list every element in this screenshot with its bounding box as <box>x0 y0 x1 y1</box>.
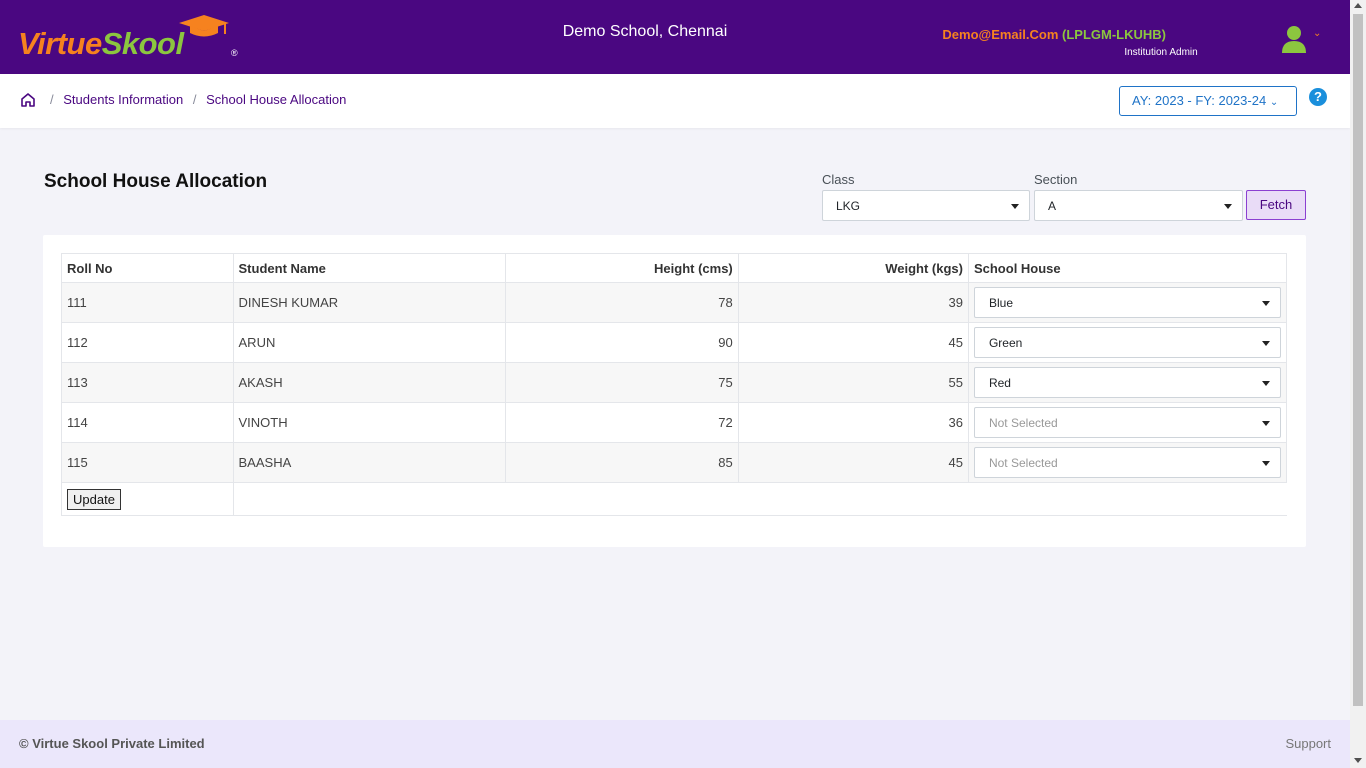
table-row: 114 VINOTH 72 36 Not Selected <box>61 402 1288 443</box>
dropdown-caret-icon <box>1261 301 1270 306</box>
breadcrumb-students-information[interactable]: Students Information <box>63 92 183 107</box>
height-cell: 85 <box>504 442 739 483</box>
weight-cell: 45 <box>737 322 969 363</box>
fetch-button[interactable]: Fetch <box>1246 190 1306 220</box>
section-select[interactable]: A <box>1034 190 1243 221</box>
weight-cell: 45 <box>737 442 969 483</box>
column-student-name: Student Name <box>232 253 506 283</box>
student-name-cell: AKASH <box>232 362 506 403</box>
update-button[interactable]: Update <box>67 488 121 510</box>
user-icon[interactable] <box>1280 24 1308 54</box>
academic-year-select[interactable]: AY: 2023 - FY: 2023-24 ⌄ <box>1119 86 1297 116</box>
section-label: Section <box>1034 172 1078 187</box>
school-house-select[interactable]: Not Selected <box>973 407 1281 438</box>
column-school-house: School House <box>967 253 1288 283</box>
scrollbar-thumb[interactable] <box>1353 14 1363 706</box>
help-icon[interactable]: ? <box>1309 88 1327 106</box>
table-row: 113 AKASH 75 55 Red <box>61 362 1288 403</box>
chevron-down-icon: ⌄ <box>1269 97 1279 108</box>
logo-wordmark: VirtueSkool <box>18 26 184 61</box>
height-cell: 75 <box>504 362 739 403</box>
scroll-up-arrow-icon[interactable] <box>1354 3 1362 8</box>
dropdown-caret-icon <box>1261 381 1270 386</box>
chevron-down-icon[interactable]: ⌄ <box>1313 28 1321 39</box>
weight-cell: 55 <box>737 362 969 403</box>
height-cell: 72 <box>504 402 739 443</box>
house-allocation-table: Roll No Student Name Height (cms) Weight… <box>61 253 1288 516</box>
table-row: 111 DINESH KUMAR 78 39 Blue <box>61 282 1288 323</box>
roll-no-cell: 111 <box>61 282 234 323</box>
class-label: Class <box>822 172 855 187</box>
table-row: 112 ARUN 90 45 Green <box>61 322 1288 363</box>
home-icon[interactable] <box>20 92 36 108</box>
allocation-card: Roll No Student Name Height (cms) Weight… <box>43 235 1306 547</box>
user-role: Institution Admin <box>1124 47 1198 58</box>
student-name-cell: VINOTH <box>232 402 506 443</box>
graduation-cap-icon <box>179 15 229 37</box>
breadcrumb-school-house-allocation: School House Allocation <box>206 92 347 107</box>
school-house-select[interactable]: Green <box>973 327 1281 358</box>
vertical-scrollbar[interactable] <box>1350 0 1366 768</box>
scroll-down-arrow-icon[interactable] <box>1354 758 1362 763</box>
table-header-row: Roll No Student Name Height (cms) Weight… <box>61 253 1288 283</box>
update-row: Update <box>61 482 1287 516</box>
school-house-select[interactable]: Not Selected <box>973 447 1281 478</box>
student-name-cell: BAASHA <box>232 442 506 483</box>
dropdown-caret-icon <box>1011 204 1019 209</box>
weight-cell: 36 <box>737 402 969 443</box>
user-account-label[interactable]: Demo@Email.Com (LPLGM-LKUHB) <box>942 27 1166 42</box>
school-house-select[interactable]: Red <box>973 367 1281 398</box>
roll-no-cell: 113 <box>61 362 234 403</box>
class-select[interactable]: LKG <box>822 190 1030 221</box>
breadcrumb: / Students Information / School House Al… <box>50 92 347 107</box>
column-roll-no: Roll No <box>61 253 234 283</box>
roll-no-cell: 112 <box>61 322 234 363</box>
column-weight: Weight (kgs) <box>737 253 969 283</box>
student-name-cell: DINESH KUMAR <box>232 282 506 323</box>
dropdown-caret-icon <box>1261 421 1270 426</box>
height-cell: 78 <box>504 282 739 323</box>
page-title: School House Allocation <box>44 171 268 192</box>
user-email: Demo@Email.Com <box>942 27 1059 42</box>
school-house-select[interactable]: Blue <box>973 287 1281 318</box>
school-name: Demo School, Chennai <box>562 23 728 40</box>
roll-no-cell: 114 <box>61 402 234 443</box>
weight-cell: 39 <box>737 282 969 323</box>
user-code: (LPLGM-LKUHB) <box>1062 27 1166 42</box>
dropdown-caret-icon <box>1261 461 1270 466</box>
table-row: 115 BAASHA 85 45 Not Selected <box>61 442 1288 483</box>
virtueskool-logo[interactable]: VirtueSkool ® <box>18 14 243 62</box>
footer-copyright: © Virtue Skool Private Limited <box>19 736 205 751</box>
footer-support-link[interactable]: Support <box>1285 736 1331 751</box>
top-header: VirtueSkool ® Demo School, Chennai Demo@… <box>0 0 1350 74</box>
roll-no-cell: 115 <box>61 442 234 483</box>
footer: © Virtue Skool Private Limited Support <box>0 720 1350 768</box>
column-height: Height (cms) <box>504 253 739 283</box>
dropdown-caret-icon <box>1224 204 1232 209</box>
student-name-cell: ARUN <box>232 322 506 363</box>
height-cell: 90 <box>504 322 739 363</box>
dropdown-caret-icon <box>1261 341 1270 346</box>
